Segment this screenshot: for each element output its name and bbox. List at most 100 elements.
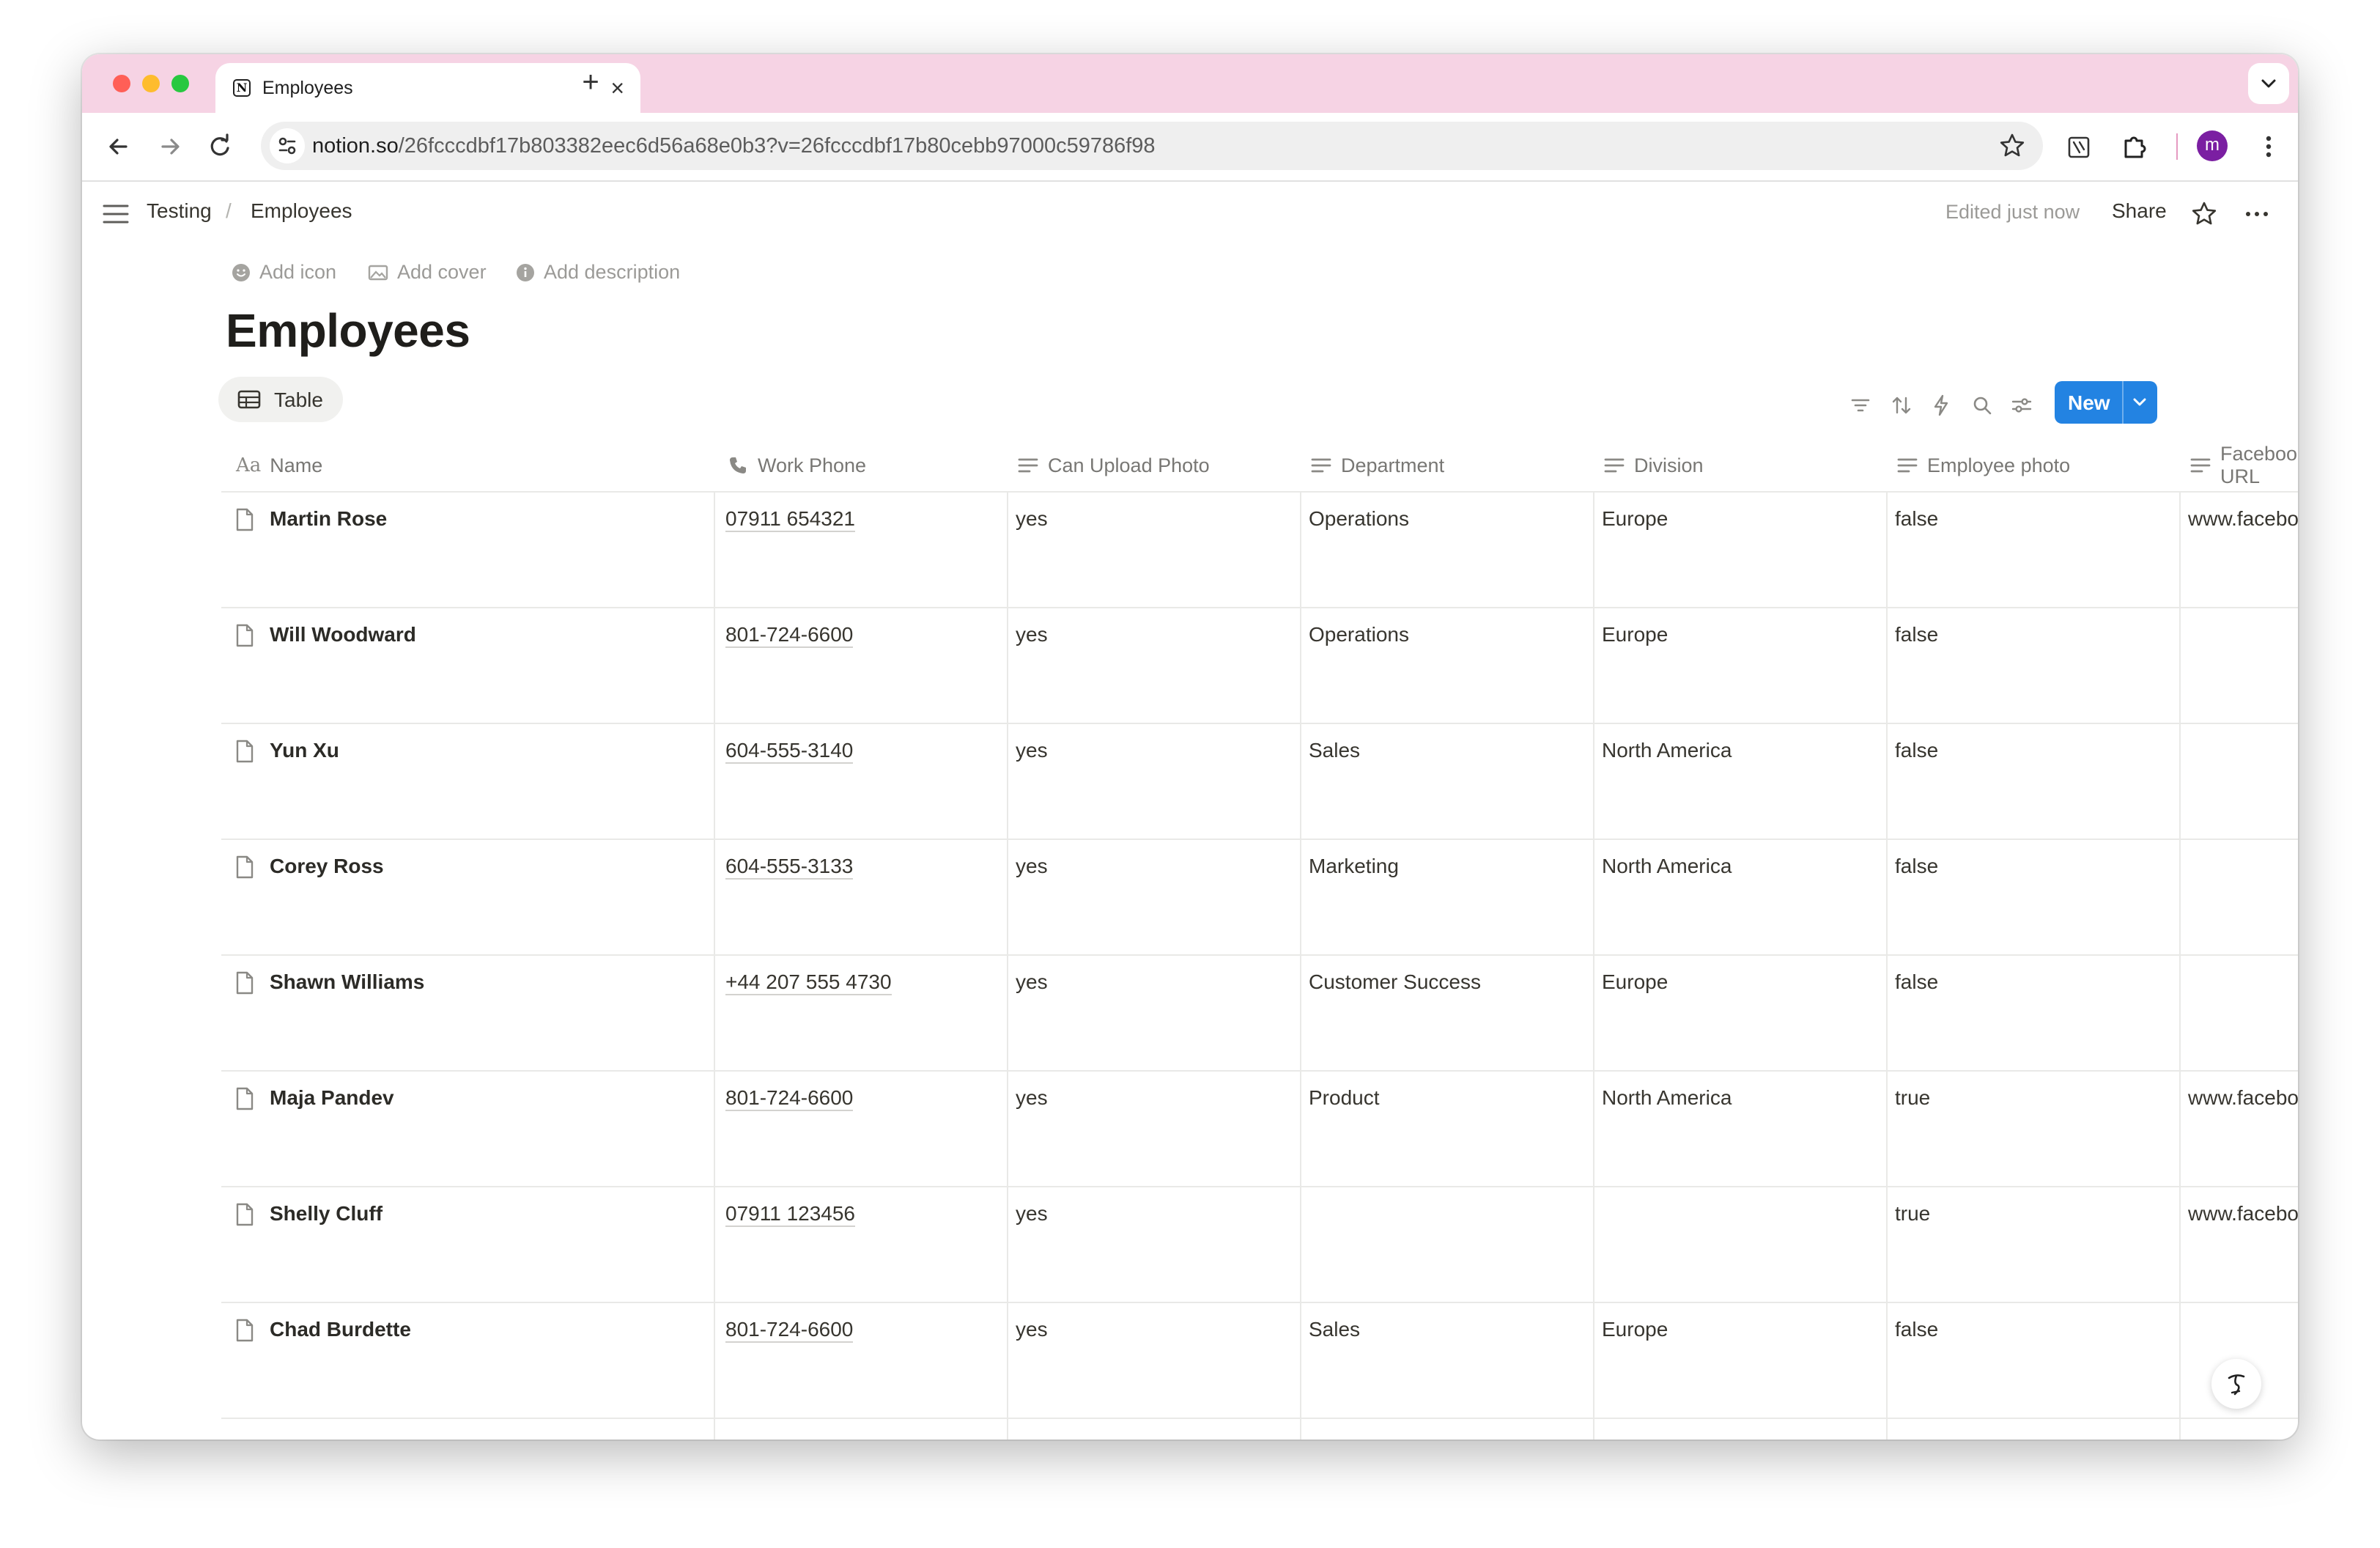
table-row[interactable]: Shawn Williams +44 207 555 4730 yes Custome… (221, 956, 2298, 1072)
cell-department[interactable]: Product (1309, 1086, 1380, 1110)
cell-work-phone[interactable]: 604-555-3133 (725, 855, 854, 880)
view-tab-table[interactable]: Table (218, 377, 343, 422)
help-button[interactable] (2211, 1359, 2261, 1409)
extension-icon[interactable] (2065, 132, 2094, 161)
tab-close-icon[interactable]: × (610, 73, 624, 103)
cell-work-phone[interactable]: 801-724-6600 (725, 623, 854, 648)
breadcrumb-testing[interactable]: Testing (147, 199, 212, 223)
table-row[interactable]: Maja Pandev 801-724-6600 yes Product North A… (221, 1072, 2298, 1187)
cell-division[interactable]: Europe (1602, 970, 1668, 994)
column-header-department[interactable]: Department (1310, 440, 1444, 491)
cell-can-upload-photo[interactable]: yes (1016, 507, 1048, 531)
kebab-menu-icon[interactable] (2252, 130, 2285, 163)
table-row[interactable]: Shelly Cluff 07911 123456 yes true www.faceb… (221, 1187, 2298, 1303)
puzzle-extensions-icon[interactable] (2119, 130, 2151, 163)
breadcrumb-employees[interactable]: Employees (251, 199, 352, 223)
automation-bolt-icon[interactable] (1929, 393, 1954, 418)
cell-employee-photo[interactable]: false (1895, 855, 1938, 878)
cell-employee-photo[interactable]: true (1895, 1202, 1930, 1226)
close-window-button[interactable] (113, 75, 130, 92)
cell-division[interactable]: Europe (1602, 507, 1668, 531)
url-text[interactable]: notion.so/26fcccdbf17b803382eec6d56a68e0… (312, 134, 1156, 158)
sidebar-menu-icon[interactable] (101, 201, 130, 227)
cell-name[interactable]: Chad Burdette (270, 1318, 411, 1341)
cell-employee-photo[interactable]: true (1895, 1086, 1930, 1110)
cell-can-upload-photo[interactable]: yes (1016, 1086, 1048, 1110)
cell-department[interactable]: Sales (1309, 739, 1360, 762)
more-options-icon[interactable] (2241, 199, 2273, 229)
cell-can-upload-photo[interactable]: yes (1016, 623, 1048, 646)
filter-icon[interactable] (1848, 393, 1873, 418)
cell-employee-photo[interactable]: false (1895, 507, 1938, 531)
add-cover-button[interactable]: Add cover (368, 261, 487, 284)
cell-employee-photo[interactable]: false (1895, 1318, 1938, 1341)
cell-work-phone[interactable]: 604-555-3140 (725, 739, 854, 764)
chevron-down-icon[interactable] (2128, 391, 2151, 413)
back-button[interactable] (101, 129, 136, 164)
add-icon-button[interactable]: Add icon (232, 261, 336, 284)
sort-icon[interactable] (1889, 393, 1914, 418)
cell-department[interactable]: Marketing (1309, 855, 1399, 878)
search-icon[interactable] (1970, 393, 1995, 418)
column-header-can-upload-photo[interactable]: Can Upload Photo (1017, 440, 1210, 491)
cell-name[interactable]: Martin Rose (270, 507, 387, 531)
address-bar[interactable]: notion.so/26fcccdbf17b803382eec6d56a68e0… (261, 122, 2043, 170)
tab-search-button[interactable] (2248, 63, 2289, 104)
cell-employee-photo[interactable]: false (1895, 739, 1938, 762)
table-row[interactable]: Will Woodward 801-724-6600 yes Operations Eu… (221, 608, 2298, 724)
table-row[interactable]: Yun Xu 604-555-3140 yes Sales North America f… (221, 724, 2298, 840)
cell-name[interactable]: Maja Pandev (270, 1086, 394, 1110)
cell-can-upload-photo[interactable]: yes (1016, 855, 1048, 878)
cell-department[interactable]: Operations (1309, 623, 1409, 646)
profile-avatar[interactable]: m (2197, 130, 2228, 161)
cell-facebook-url[interactable]: www.facebook.com (2188, 507, 2298, 531)
page-title[interactable]: Employees (226, 303, 470, 358)
forward-button[interactable] (152, 129, 188, 164)
new-tab-button[interactable]: + (574, 66, 607, 98)
cell-work-phone[interactable]: 07911 654321 (725, 507, 855, 532)
cell-division[interactable]: North America (1602, 855, 1732, 878)
table-row[interactable]: Chad Burdette 801-724-6600 yes Sales Europe f… (221, 1303, 2298, 1419)
reload-button[interactable] (202, 129, 237, 164)
column-header-employee-photo[interactable]: Employee photo (1896, 440, 2070, 491)
cell-work-phone[interactable]: 801-724-6600 (725, 1086, 854, 1111)
column-header-name[interactable]: Aa Name (221, 440, 322, 491)
cell-employee-photo[interactable]: false (1895, 970, 1938, 994)
table-row[interactable]: Martin Rose 07911 654321 yes Operations Euro… (221, 493, 2298, 608)
cell-can-upload-photo[interactable]: yes (1016, 739, 1048, 762)
cell-division[interactable]: Europe (1602, 623, 1668, 646)
cell-division[interactable]: Europe (1602, 1318, 1668, 1341)
cell-division[interactable]: North America (1602, 739, 1732, 762)
cell-division[interactable]: North America (1602, 1086, 1732, 1110)
cell-name[interactable]: Shelly Cluff (270, 1202, 382, 1226)
cell-can-upload-photo[interactable]: yes (1016, 1318, 1048, 1341)
cell-department[interactable]: Operations (1309, 507, 1409, 531)
cell-department[interactable]: Customer Success (1309, 970, 1481, 994)
cell-name[interactable]: Will Woodward (270, 623, 416, 646)
cell-facebook-url[interactable]: www.facebook.com (2188, 1086, 2298, 1110)
column-header-facebook-url[interactable]: Facebook URL (2189, 440, 2298, 491)
cell-name[interactable]: Corey Ross (270, 855, 384, 878)
share-button[interactable]: Share (2112, 199, 2167, 223)
bookmark-star-icon[interactable] (1998, 131, 2027, 161)
minimize-window-button[interactable] (142, 75, 160, 92)
cell-name[interactable]: Yun Xu (270, 739, 339, 762)
settings-sliders-icon[interactable] (2009, 393, 2034, 418)
favorite-star-icon[interactable] (2189, 199, 2219, 229)
cell-can-upload-photo[interactable]: yes (1016, 1202, 1048, 1226)
table-row[interactable]: Corey Ross 604-555-3133 yes Marketing North … (221, 840, 2298, 956)
column-header-work-phone[interactable]: Work Phone (727, 440, 866, 491)
cell-work-phone[interactable]: +44 207 555 4730 (725, 970, 892, 995)
maximize-window-button[interactable] (171, 75, 189, 92)
add-description-button[interactable]: Add description (516, 261, 680, 284)
cell-department[interactable]: Sales (1309, 1318, 1360, 1341)
new-record-button[interactable]: New (2055, 381, 2157, 424)
cell-name[interactable]: Shawn Williams (270, 970, 424, 994)
cell-work-phone[interactable]: 07911 123456 (725, 1202, 855, 1227)
site-info-button[interactable] (270, 128, 305, 163)
cell-employee-photo[interactable]: false (1895, 623, 1938, 646)
cell-work-phone[interactable]: 801-724-6600 (725, 1318, 854, 1343)
cell-facebook-url[interactable]: www.facebook.com (2188, 1202, 2298, 1226)
cell-can-upload-photo[interactable]: yes (1016, 970, 1048, 994)
column-header-division[interactable]: Division (1603, 440, 1704, 491)
